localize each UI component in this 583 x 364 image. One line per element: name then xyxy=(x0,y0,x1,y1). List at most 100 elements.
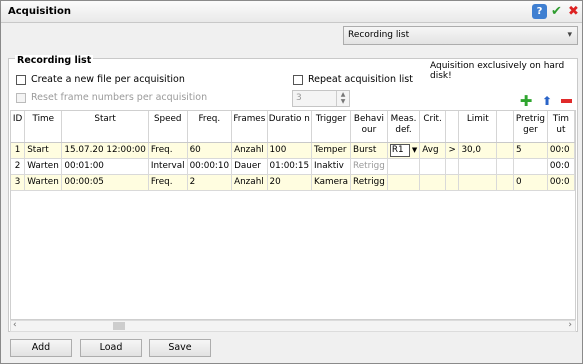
recording-grid: ID Time Start Speed Freq. Frames Duratio… xyxy=(11,111,575,191)
cell-limit[interactable]: 30,0 xyxy=(458,142,498,159)
group-title: Recording list xyxy=(15,55,94,66)
cell-timeout[interactable]: 00:0 xyxy=(547,142,575,159)
cell-pretrigger[interactable] xyxy=(513,158,548,175)
horizontal-scrollbar[interactable]: ‹ › xyxy=(10,320,576,332)
col-time[interactable]: Time xyxy=(24,111,63,143)
stepper-arrows-icon[interactable]: ▲ ▼ xyxy=(336,91,349,106)
arrow-up-icon[interactable]: ⬆ xyxy=(540,94,554,108)
cell-limit[interactable] xyxy=(458,158,498,175)
table-row[interactable]: 3 Warten 00:00:05 Freq. 2 Anzahl 20 Kame… xyxy=(11,174,575,191)
col-freq[interactable]: Freq. xyxy=(187,111,233,143)
col-limit[interactable]: Limit xyxy=(458,111,498,143)
cell-pretrigger[interactable]: 5 xyxy=(513,142,548,159)
save-button[interactable]: Save xyxy=(149,339,211,357)
cell-blank[interactable] xyxy=(496,142,515,159)
col-pretrigger[interactable]: Pretrig ger xyxy=(513,111,548,143)
cell-crit[interactable]: Avg xyxy=(419,142,446,159)
meas-def-select[interactable]: R1 xyxy=(389,143,410,157)
cell-id[interactable]: 1 xyxy=(11,142,26,159)
checkbox-box[interactable] xyxy=(293,74,303,85)
repeat-list-checkbox[interactable]: Repeat acquisition list xyxy=(293,74,413,85)
cell-trigger[interactable]: Inaktiv xyxy=(311,158,352,175)
chevron-left-icon[interactable]: ‹ xyxy=(13,320,17,330)
cell-trigger[interactable]: Kamera xyxy=(311,174,352,191)
new-file-checkbox[interactable]: Create a new file per acquisition xyxy=(16,74,185,85)
cell-duration[interactable]: 20 xyxy=(267,174,313,191)
chevron-down-icon: ▾ xyxy=(567,30,572,40)
cell-duration[interactable]: 100 xyxy=(267,142,313,159)
minus-icon[interactable] xyxy=(559,94,573,108)
plus-icon[interactable]: ✚ xyxy=(519,92,533,110)
cell-meas-def[interactable] xyxy=(387,158,421,175)
cell-speed[interactable]: Freq. xyxy=(148,174,188,191)
cell-timeout[interactable]: 00:0 xyxy=(547,158,575,175)
scrollbar-thumb[interactable] xyxy=(113,322,125,330)
cell-frames[interactable]: Anzahl xyxy=(231,142,268,159)
cell-speed[interactable]: Freq. xyxy=(148,142,188,159)
col-blank[interactable] xyxy=(496,111,515,143)
cell-start[interactable]: 00:01:00 xyxy=(61,158,149,175)
checkbox-box[interactable] xyxy=(16,74,26,85)
cell-frames[interactable]: Anzahl xyxy=(231,174,268,191)
col-trigger[interactable]: Trigger xyxy=(311,111,352,143)
cell-blank[interactable] xyxy=(496,174,515,191)
cell-speed[interactable]: Interval xyxy=(148,158,188,175)
col-meas-def[interactable]: Meas. def. xyxy=(387,111,421,143)
cell-time[interactable]: Warten xyxy=(24,158,63,175)
cell-blank[interactable] xyxy=(496,158,515,175)
col-speed[interactable]: Speed xyxy=(148,111,188,143)
col-behaviour[interactable]: Behavi our xyxy=(350,111,388,143)
new-file-label: Create a new file per acquisition xyxy=(31,74,185,85)
cell-start[interactable]: 00:00:05 xyxy=(61,174,149,191)
col-start[interactable]: Start xyxy=(61,111,149,143)
cell-limit[interactable] xyxy=(458,174,498,191)
cell-meas-def[interactable] xyxy=(387,174,421,191)
cell-time[interactable]: Start xyxy=(24,142,63,159)
acquisition-window: Acquisition ? ✔ ✖ Recording list ▾ Recor… xyxy=(0,0,583,364)
close-icon[interactable]: ✖ xyxy=(566,4,581,19)
repeat-count-stepper[interactable]: 3 ▲ ▼ xyxy=(292,90,350,107)
chevron-right-icon[interactable]: › xyxy=(568,320,572,330)
cell-duration[interactable]: 01:00:15 xyxy=(267,158,313,175)
col-id[interactable]: ID xyxy=(11,111,26,143)
cell-behaviour[interactable]: Burst xyxy=(350,142,388,159)
load-button[interactable]: Load xyxy=(80,339,142,357)
table-row[interactable]: 2 Warten 00:01:00 Interval 00:00:10 Daue… xyxy=(11,158,575,175)
disk-note: Aquisition exclusively on hard disk! xyxy=(430,61,565,81)
reset-frames-checkbox[interactable]: Reset frame numbers per acquisition xyxy=(16,92,207,103)
title-bar: Acquisition ? ✔ ✖ xyxy=(1,1,582,23)
cell-operator[interactable]: > xyxy=(445,142,460,159)
cell-frames[interactable]: Dauer xyxy=(231,158,268,175)
cell-operator[interactable] xyxy=(445,174,460,191)
cell-timeout[interactable]: 00:0 xyxy=(547,174,575,191)
cell-behaviour[interactable]: Retrigg xyxy=(350,174,388,191)
cell-start[interactable]: 15.07.20 12:00:00 xyxy=(61,142,149,159)
ok-icon[interactable]: ✔ xyxy=(549,4,564,19)
cell-operator[interactable] xyxy=(445,158,460,175)
cell-id[interactable]: 2 xyxy=(11,158,26,175)
checkbox-box[interactable] xyxy=(16,92,26,103)
col-operator[interactable] xyxy=(445,111,460,143)
cell-crit[interactable] xyxy=(419,174,446,191)
add-button[interactable]: Add xyxy=(10,339,72,357)
table-row[interactable]: 1 Start 15.07.20 12:00:00 Freq. 60 Anzah… xyxy=(11,142,575,159)
cell-time[interactable]: Warten xyxy=(24,174,63,191)
repeat-count-value: 3 xyxy=(296,93,302,103)
col-frames[interactable]: Frames xyxy=(231,111,268,143)
cell-meas-def[interactable]: R1 ▼ xyxy=(387,142,421,159)
col-duration[interactable]: Duratio n xyxy=(267,111,313,143)
help-icon[interactable]: ? xyxy=(532,4,547,19)
cell-freq[interactable]: 2 xyxy=(187,174,233,191)
cell-crit[interactable] xyxy=(419,158,446,175)
cell-freq[interactable]: 60 xyxy=(187,142,233,159)
cell-id[interactable]: 3 xyxy=(11,174,26,191)
mode-dropdown[interactable]: Recording list ▾ xyxy=(343,26,578,45)
chevron-down-icon[interactable]: ▼ xyxy=(412,146,417,154)
window-title: Acquisition xyxy=(8,6,71,17)
cell-trigger[interactable]: Temper xyxy=(311,142,352,159)
col-crit[interactable]: Crit. xyxy=(419,111,446,143)
cell-freq[interactable]: 00:00:10 xyxy=(187,158,233,175)
cell-pretrigger[interactable]: 0 xyxy=(513,174,548,191)
col-timeout[interactable]: Tim ut xyxy=(547,111,575,143)
cell-behaviour[interactable]: Retrigg xyxy=(350,158,388,175)
